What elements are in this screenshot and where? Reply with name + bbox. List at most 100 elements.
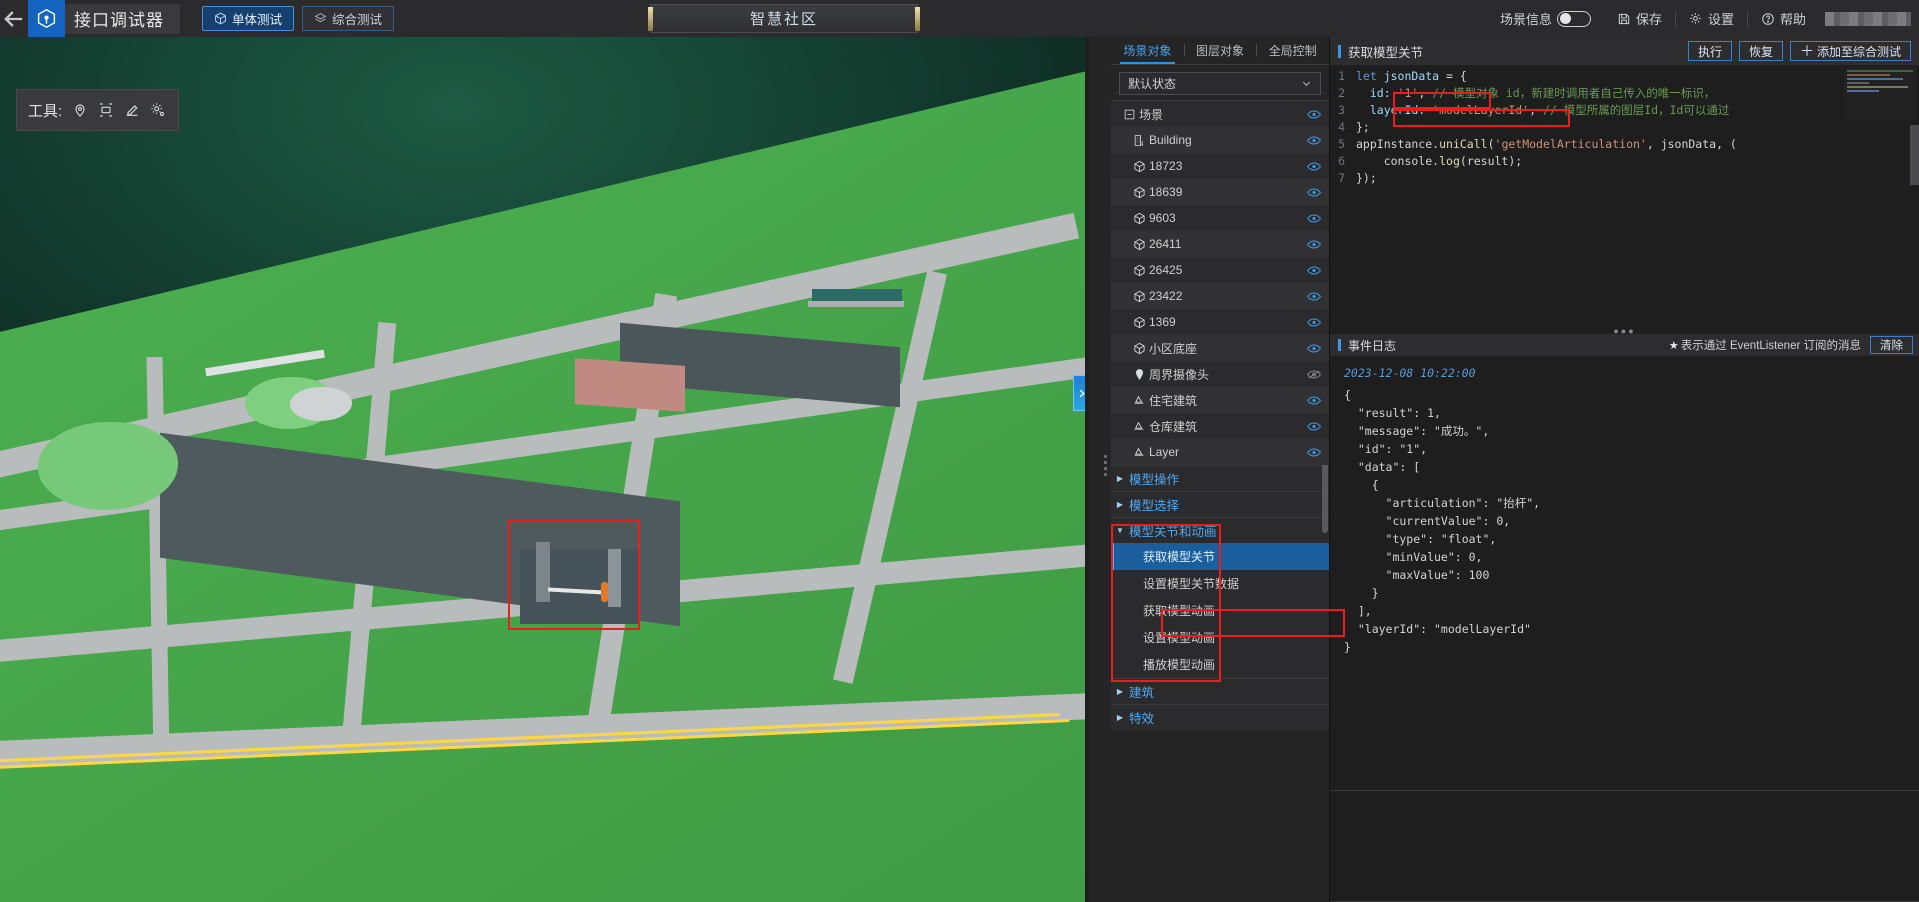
- eye-visible-icon[interactable]: [1305, 421, 1323, 432]
- run-button[interactable]: 执行: [1687, 41, 1732, 61]
- tree-action-设置模型动画[interactable]: 设置模型动画: [1111, 624, 1329, 651]
- box-select-icon[interactable]: [98, 102, 114, 118]
- event-log-body[interactable]: 2023-12-08 10:22:00 { "result": 1, "mess…: [1330, 356, 1919, 902]
- scene-viewport-3d[interactable]: 工具:: [0, 37, 1085, 902]
- scene-info-label: 场景信息: [1499, 12, 1552, 27]
- line-number: 3: [1338, 103, 1345, 117]
- layer-icon: [1129, 446, 1149, 459]
- eye-visible-icon[interactable]: [1305, 343, 1323, 354]
- tab-comprehensive-test[interactable]: 综合测试: [302, 6, 395, 31]
- cube-icon: [1129, 186, 1149, 199]
- tree-node-住宅建筑[interactable]: 住宅建筑: [1111, 387, 1329, 413]
- tree-node-18723[interactable]: 18723: [1111, 153, 1329, 179]
- tab-layer-objects[interactable]: 图层对象: [1183, 37, 1257, 64]
- tab-global-control[interactable]: 全局控制: [1256, 37, 1329, 64]
- code-token: appInstance: [1356, 137, 1433, 151]
- tree-section-模型选择[interactable]: ▶ 模型选择: [1111, 491, 1329, 517]
- add-to-comprehensive-test-button[interactable]: ＋ 添加至综合测试: [1789, 41, 1911, 61]
- event-log-title: 事件日志: [1348, 338, 1397, 353]
- tree-node-周界摄像头[interactable]: 周界摄像头: [1111, 361, 1329, 387]
- save-button[interactable]: 保存: [1604, 9, 1675, 28]
- minus-square-icon[interactable]: [1119, 108, 1139, 121]
- eye-visible-icon[interactable]: [1305, 447, 1323, 458]
- line-number: 5: [1338, 137, 1345, 151]
- code-vertical-scrollbar[interactable]: [1910, 125, 1919, 185]
- tree-node-1369[interactable]: 1369: [1111, 309, 1329, 335]
- tree-node-Layer[interactable]: Layer: [1111, 439, 1329, 465]
- tree-node-9603[interactable]: 9603: [1111, 205, 1329, 231]
- tab-scene-objects-label: 场景对象: [1123, 44, 1172, 58]
- code-token: id:: [1356, 86, 1398, 100]
- top-bar-actions: 场景信息 保存 设置 帮助: [1487, 0, 1911, 37]
- code-line: 2 id: '1', // 模型对象 id，新建时调用者自己传入的唯一标识，: [1330, 85, 1919, 102]
- tree-node-18639[interactable]: 18639: [1111, 179, 1329, 205]
- eye-visible-icon[interactable]: [1305, 213, 1323, 224]
- tree-node-小区底座[interactable]: 小区底座: [1111, 335, 1329, 361]
- cube-icon: [1129, 160, 1149, 173]
- tree-action-获取模型关节[interactable]: 获取模型关节: [1111, 543, 1329, 570]
- event-log-panel: 事件日志 ★ 表示通过 EventListener 订阅的消息 清除 2023-…: [1330, 334, 1919, 902]
- code-token: (: [1487, 137, 1495, 151]
- eye-visible-icon[interactable]: [1305, 239, 1323, 250]
- eye-hidden-icon[interactable]: [1305, 369, 1323, 380]
- tree-action-播放模型动画[interactable]: 播放模型动画: [1111, 651, 1329, 678]
- tree-section-label: 建筑: [1129, 686, 1155, 700]
- tree-node-仓库建筑[interactable]: 仓库建筑: [1111, 413, 1329, 439]
- tree-node-label: 18723: [1149, 159, 1183, 173]
- eye-visible-icon[interactable]: [1305, 317, 1323, 328]
- eye-visible-icon[interactable]: [1305, 291, 1323, 302]
- event-log-header: 事件日志 ★ 表示通过 EventListener 订阅的消息 清除: [1330, 334, 1919, 356]
- distant-platform: [808, 301, 904, 307]
- tree-node-list: Building 18723 18639 9603 26411 26425 23422 136…: [1111, 127, 1329, 465]
- eye-visible-icon[interactable]: [1305, 395, 1323, 406]
- marker-select-icon[interactable]: [72, 102, 88, 118]
- eye-visible-icon[interactable]: [1305, 161, 1323, 172]
- settings-button[interactable]: 设置: [1676, 9, 1747, 28]
- panel-splitter[interactable]: ●●●: [1330, 326, 1919, 335]
- line-number: 6: [1338, 154, 1345, 168]
- tree-section-模型关节和动画[interactable]: ▼ 模型关节和动画: [1111, 517, 1329, 543]
- tree-node-Building[interactable]: Building: [1111, 127, 1329, 153]
- tab-single-test[interactable]: 单体测试: [202, 6, 295, 31]
- eye-visible-icon[interactable]: [1305, 135, 1323, 146]
- eye-visible-icon[interactable]: [1305, 265, 1323, 276]
- code-token: .: [1432, 137, 1440, 151]
- event-log-hint: ★ 表示通过 EventListener 订阅的消息: [1669, 337, 1861, 353]
- scene-title: 智慧社区: [749, 11, 818, 28]
- code-token: .: [1432, 154, 1440, 168]
- tree-section-特效[interactable]: ▶ 特效: [1111, 704, 1329, 730]
- tree-node-26425[interactable]: 26425: [1111, 257, 1329, 283]
- tree-node-label: 26411: [1149, 237, 1182, 251]
- code-minimap[interactable]: [1844, 68, 1916, 120]
- state-dropdown[interactable]: 默认状态: [1119, 72, 1321, 95]
- scene-info-toggle[interactable]: [1556, 10, 1591, 27]
- user-account-avatar[interactable]: [1825, 11, 1911, 26]
- log-json-content: { "result": 1, "message": "成功。", "id": "…: [1344, 388, 1541, 654]
- highlight-box-gate: [508, 520, 640, 630]
- code-token: layerId:: [1356, 103, 1433, 117]
- tools-label: 工具:: [28, 102, 63, 120]
- scene-info-toggle-group[interactable]: 场景信息: [1487, 9, 1604, 28]
- eye-visible-icon[interactable]: [1305, 109, 1323, 120]
- state-dropdown-value: 默认状态: [1128, 77, 1177, 91]
- tab-scene-objects[interactable]: 场景对象: [1111, 37, 1184, 64]
- tree-node-26411[interactable]: 26411: [1111, 231, 1329, 257]
- tree-node-23422[interactable]: 23422: [1111, 283, 1329, 309]
- clear-log-button[interactable]: 清除: [1870, 336, 1913, 354]
- code-editor-body[interactable]: 1 let jsonData = {2 id: '1', // 模型对象 id，新…: [1330, 65, 1919, 327]
- back-arrow-icon[interactable]: [0, 0, 28, 37]
- reset-button[interactable]: 恢复: [1738, 41, 1783, 61]
- tree-section-模型操作[interactable]: ▶ 模型操作: [1111, 465, 1329, 491]
- eye-visible-icon[interactable]: [1305, 187, 1323, 198]
- drag-grip-icon[interactable]: [1104, 455, 1107, 477]
- panel-collapse-toggle[interactable]: [1073, 375, 1085, 411]
- scene-tree[interactable]: 场景 Building 18723 18639 9603 26411 26425 23422…: [1111, 100, 1329, 902]
- tree-node-label: 住宅建筑: [1149, 393, 1198, 408]
- gear-settings-icon[interactable]: [150, 102, 166, 118]
- tree-section-建筑[interactable]: ▶ 建筑: [1111, 678, 1329, 704]
- tree-root-scene[interactable]: 场景: [1111, 101, 1329, 127]
- pen-icon[interactable]: [124, 102, 140, 118]
- tree-action-设置模型关节数据[interactable]: 设置模型关节数据: [1111, 570, 1329, 597]
- tree-action-获取模型动画[interactable]: 获取模型动画: [1111, 597, 1329, 624]
- help-button[interactable]: 帮助: [1748, 9, 1819, 28]
